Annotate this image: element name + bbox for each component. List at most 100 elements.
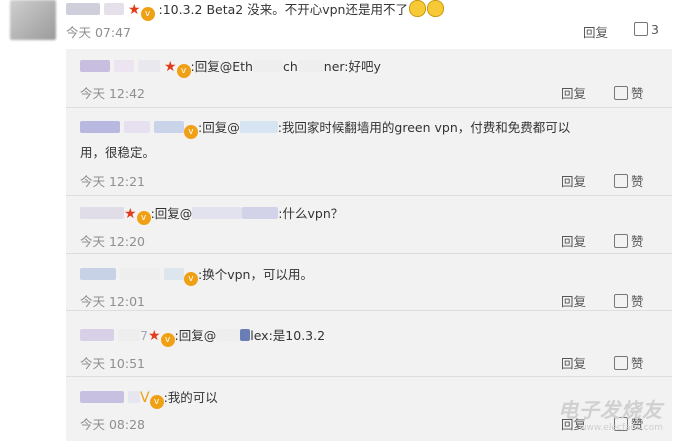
thumbs-up-icon [614,174,628,188]
reply-item: v:换个vpn，可以用。 今天 12:01 回复 赞 [66,254,672,310]
vip-badge-icon: v [183,125,198,139]
reply-button[interactable]: 回复 [561,171,586,190]
reply-mention: 回复@Eth [194,59,253,74]
comment-text: ★ v :10.3.2 Beta2 没来。不开心vpn还是用不了 [66,0,444,21]
like-label: 赞 [631,356,644,371]
reply-text: Vv:我的可以 [80,387,218,409]
sad-face-icon [408,0,426,17]
reply-body: :什么vpn？ [278,206,344,221]
blurred-username[interactable] [80,329,114,341]
reply-time: 今天 12:21 [80,174,145,189]
replies-panel: ★ v:回复@Eth ch ner:好吧y 今天 12:42 回复 赞 v:回复@:我… [66,49,672,441]
reply-body: 我回家时候翻墙用的green vpn，付费和免费都可以 [281,120,571,135]
like-label: 赞 [631,174,644,189]
comment-body: 10.3.2 Beta2 没来。不开心vpn还是用不了 [162,2,408,17]
reply-body: ner:好吧y [323,59,381,74]
reply-button[interactable]: 回复 [561,353,586,372]
reply-text: 7★ v:回复@ lex:是10.3.2 [80,325,325,347]
reply-body: 我的可以 [167,390,218,405]
like-button[interactable]: 赞 [614,353,644,372]
top-comment: ★ v :10.3.2 Beta2 没来。不开心vpn还是用不了 今天 07:47… [0,0,681,48]
blurred-username [117,329,140,341]
thumbs-up-icon [614,294,628,308]
blurred-username [123,121,150,133]
like-button[interactable]: 3 [634,22,659,37]
reply-button[interactable]: 回复 [583,22,608,41]
blurred-username [192,207,243,219]
blurred-username [103,3,124,15]
like-button[interactable]: 赞 [614,291,644,310]
reply-item: ★ v:回复@:什么vpn？ 今天 12:20 回复 赞 [66,196,672,253]
blurred-username [239,121,278,133]
star-icon: ★ [147,328,161,344]
star-icon: ★ [163,59,177,75]
blurred-username[interactable] [66,3,100,15]
reply-text: v:回复@:我回家时候翻墙用的green vpn，付费和免费都可以 [80,117,570,139]
vip-badge-icon: v [140,7,155,21]
thumbs-up-icon [614,86,628,100]
reply-text-line2: 用，很稳定。 [80,145,156,160]
blurred-username [252,60,283,72]
reply-button[interactable]: 回复 [561,231,586,250]
reply-time: 今天 12:20 [80,234,145,249]
like-label: 赞 [631,234,644,249]
like-button[interactable]: 赞 [614,171,644,190]
reply-item: ★ v:回复@Eth ch ner:好吧y 今天 12:42 回复 赞 [66,49,672,107]
username-fragment: 7 [139,328,148,343]
blurred-username [216,329,241,341]
vip-badge-icon: v [149,395,164,409]
thumbs-up-icon [614,356,628,370]
blurred-username [153,121,184,133]
watermark-url: www.elecfans.com [579,423,663,433]
thumbs-up-icon [634,22,648,36]
reply-body: lex:是10.3.2 [250,328,326,343]
reply-item: v:回复@:我回家时候翻墙用的green vpn，付费和免费都可以 用，很稳定。… [66,108,672,195]
blurred-username [113,60,134,72]
like-count: 3 [651,22,659,37]
like-button[interactable]: 赞 [614,231,644,250]
star-icon: ★ [124,206,137,222]
reply-time: 今天 12:01 [80,294,145,309]
like-label: 赞 [631,86,644,101]
reply-mention: 回复@ [154,206,193,221]
like-label: 赞 [631,294,644,309]
blurred-username [242,207,279,219]
blurred-username[interactable] [80,207,124,219]
reply-button[interactable]: 回复 [561,291,586,310]
vip-badge-icon: v [136,211,151,225]
reply-mention: 回复@ [178,328,217,343]
blurred-username [137,60,160,72]
reply-text: ★ v:回复@:什么vpn？ [80,203,343,225]
blurred-username[interactable] [80,121,120,133]
vip-badge-icon: v [183,272,198,286]
reply-mention: ch [282,59,298,74]
watermark-text: 电子发烧友 [558,398,663,422]
reply-time: 今天 08:28 [80,417,145,432]
reply-time: 今天 10:51 [80,356,145,371]
reply-text: v:换个vpn，可以用。 [80,264,313,286]
comment-time: 今天 07:47 [66,25,131,40]
reply-time: 今天 12:42 [80,86,145,101]
blurred-username[interactable] [80,391,124,403]
blurred-username[interactable] [80,60,110,72]
reply-button[interactable]: 回复 [561,83,586,102]
vip-badge-icon: v [176,64,191,78]
blurred-username [119,268,160,280]
avatar[interactable] [10,0,56,40]
reply-item: 7★ v:回复@ lex:是10.3.2 今天 10:51 回复 赞 [66,311,672,376]
blurred-username [297,60,324,72]
blurred-username [240,329,251,341]
blurred-username[interactable] [80,268,116,280]
reply-body: 换个vpn，可以用。 [202,267,313,282]
watermark: 电子发烧友 www.elecfans.com [558,394,663,433]
star-icon: ★ [127,2,141,18]
v-icon: V [139,390,150,406]
thumbs-up-icon [614,234,628,248]
blurred-username [127,391,140,403]
sad-face-icon [426,0,444,17]
reply-text: ★ v:回复@Eth ch ner:好吧y [80,56,381,78]
reply-mention: 回复@ [202,120,240,135]
vip-badge-icon: v [160,333,175,347]
like-button[interactable]: 赞 [614,83,644,102]
blurred-username [163,268,184,280]
